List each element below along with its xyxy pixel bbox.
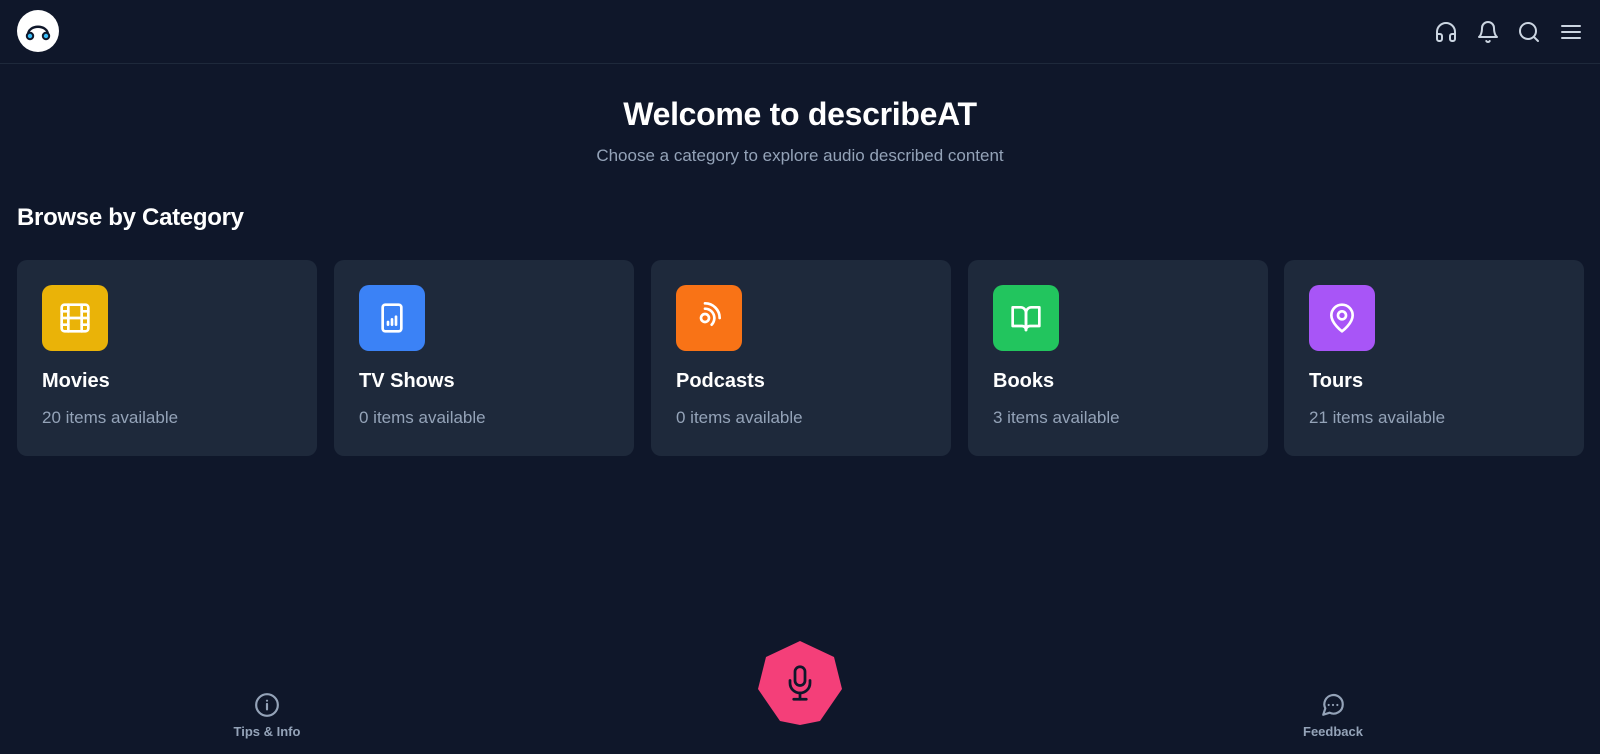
microphone-icon xyxy=(788,665,812,701)
top-header xyxy=(0,0,1600,64)
chat-bubble-icon xyxy=(1322,693,1344,716)
books-icon-tile xyxy=(993,285,1059,351)
voice-command-button[interactable] xyxy=(758,641,842,725)
category-card-podcasts[interactable]: Podcasts 0 items available xyxy=(651,260,951,456)
category-title: Tours xyxy=(1309,370,1364,392)
feedback-label: Feedback xyxy=(1303,724,1363,739)
category-card-movies[interactable]: Movies 20 items available xyxy=(17,260,317,456)
tips-info-button[interactable]: Tips & Info xyxy=(207,692,327,739)
headphones-button[interactable] xyxy=(1433,19,1459,45)
category-count: 20 items available xyxy=(42,408,179,427)
search-button[interactable] xyxy=(1516,19,1542,45)
menu-icon xyxy=(1561,25,1581,39)
map-pin-icon xyxy=(1330,303,1354,333)
section-title: Browse by Category xyxy=(17,204,244,231)
film-icon xyxy=(60,303,90,333)
podcasts-icon-tile xyxy=(676,285,742,351)
book-open-icon xyxy=(1011,306,1041,332)
category-count: 21 items available xyxy=(1309,408,1446,427)
category-count: 0 items available xyxy=(359,408,486,427)
podcast-icon xyxy=(699,302,721,326)
category-count: 0 items available xyxy=(676,408,803,427)
tips-info-label: Tips & Info xyxy=(233,724,301,739)
headphones-logo-icon xyxy=(25,25,51,41)
info-icon xyxy=(255,693,279,717)
tours-icon-tile xyxy=(1309,285,1375,351)
category-card-tours[interactable]: Tours 21 items available xyxy=(1284,260,1584,456)
headphones-icon xyxy=(1436,22,1456,42)
search-icon xyxy=(1519,22,1539,42)
category-grid: Movies 20 items available TV Shows 0 ite… xyxy=(17,260,1584,456)
page-title: Welcome to describeAT xyxy=(623,96,977,132)
page-subtitle: Choose a category to explore audio descr… xyxy=(596,146,1004,165)
category-count: 3 items available xyxy=(993,408,1120,427)
app-logo[interactable] xyxy=(17,10,59,52)
category-title: Books xyxy=(993,370,1055,392)
category-title: TV Shows xyxy=(359,370,455,392)
bell-icon xyxy=(1478,21,1498,43)
category-title: Podcasts xyxy=(676,370,765,392)
category-card-books[interactable]: Books 3 items available xyxy=(968,260,1268,456)
feedback-button[interactable]: Feedback xyxy=(1273,692,1393,739)
tv-shows-icon-tile xyxy=(359,285,425,351)
notifications-button[interactable] xyxy=(1475,19,1501,45)
category-card-tv-shows[interactable]: TV Shows 0 items available xyxy=(334,260,634,456)
tv-icon xyxy=(381,303,403,333)
category-title: Movies xyxy=(42,370,110,392)
movies-icon-tile xyxy=(42,285,108,351)
menu-button[interactable] xyxy=(1558,19,1584,45)
